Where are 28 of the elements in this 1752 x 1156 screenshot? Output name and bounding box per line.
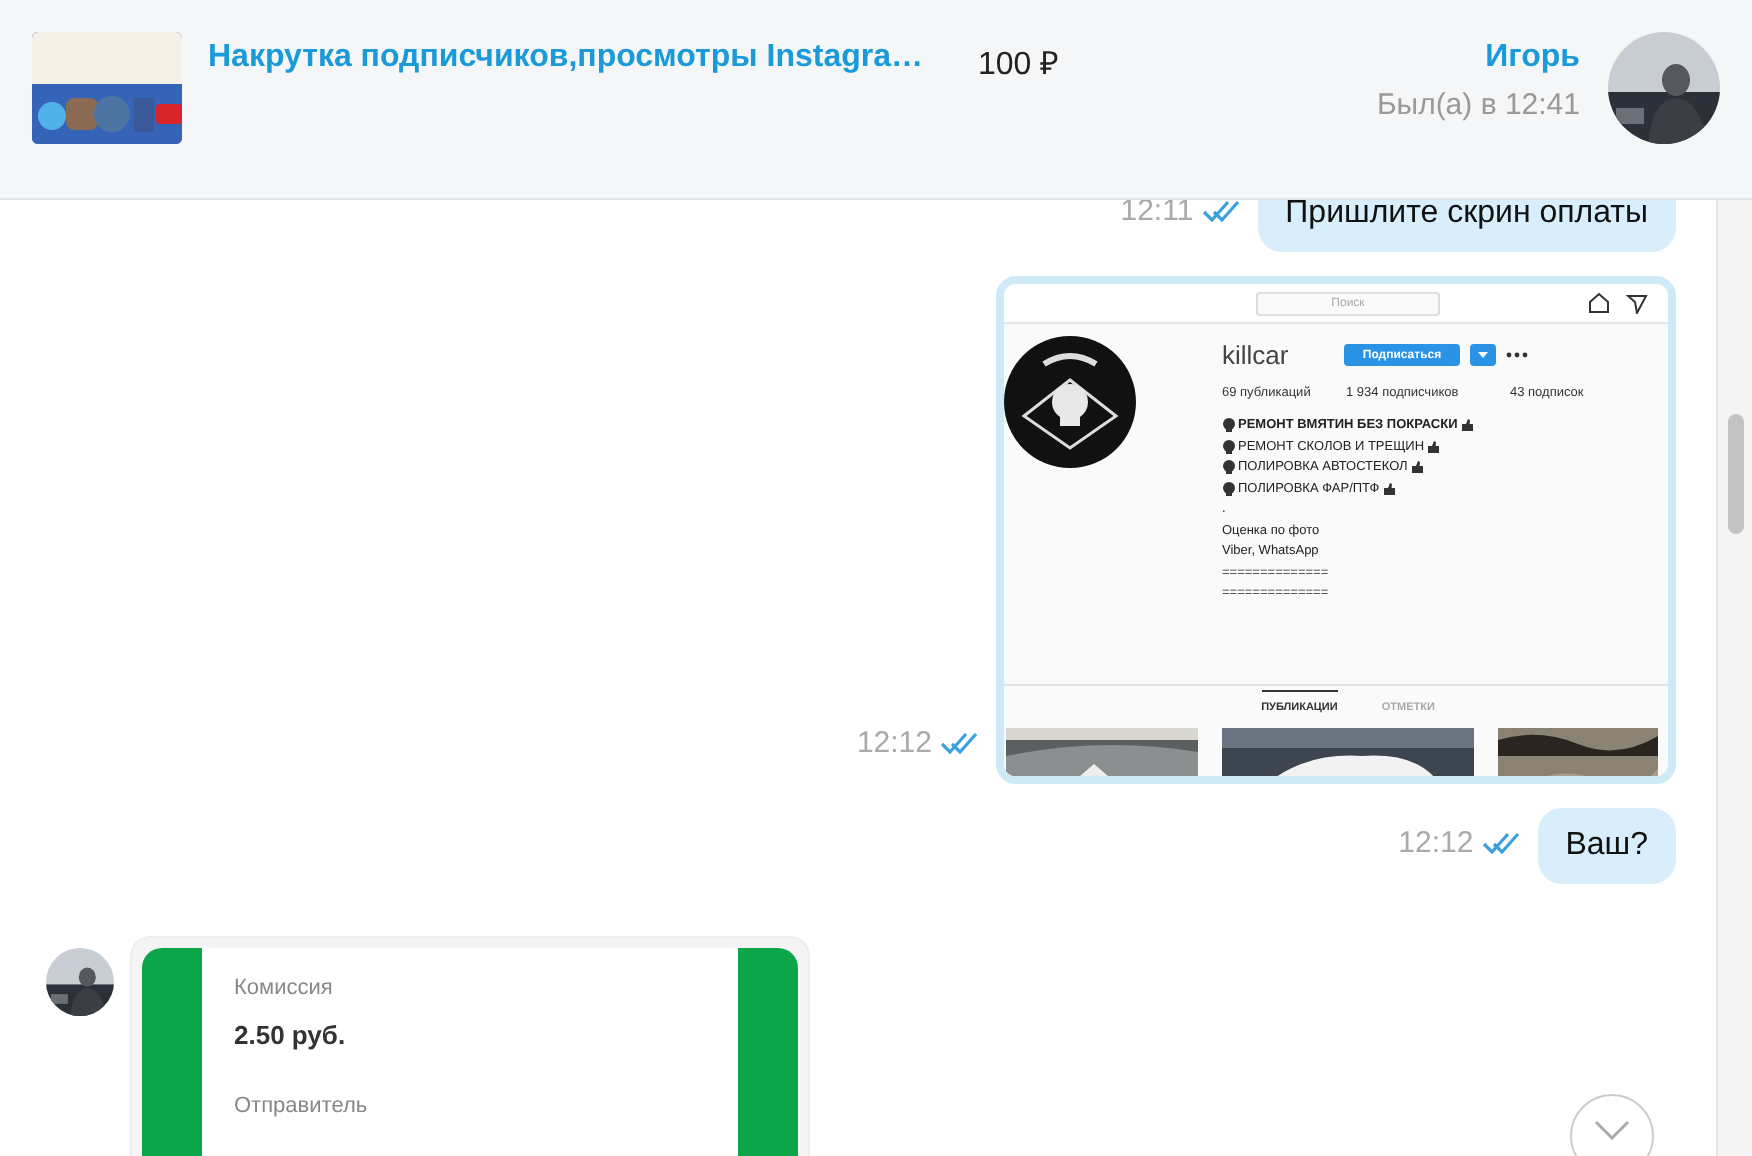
skull-icon xyxy=(1222,418,1236,433)
hand-icon xyxy=(1459,418,1474,433)
scrollbar-thumb[interactable] xyxy=(1728,414,1744,534)
receipt-label: Комиссия xyxy=(234,976,335,1000)
chevron-down-icon xyxy=(1594,1120,1630,1140)
dropdown-button[interactable] xyxy=(1470,344,1496,366)
message-time: 12:12 xyxy=(1398,826,1474,860)
username: killcar xyxy=(1222,340,1291,370)
send-icon xyxy=(1626,293,1648,313)
caret-icon xyxy=(1478,352,1488,358)
receipt-label: Отправитель xyxy=(234,1094,370,1118)
skull-icon xyxy=(1222,460,1236,475)
message-bubble: Ваш? xyxy=(1537,808,1676,884)
price: 100 ₽ xyxy=(978,46,1059,84)
home-icon xyxy=(1588,292,1610,314)
skull-icon xyxy=(1222,439,1236,454)
receipt-value: 2.50 руб. xyxy=(234,1020,348,1050)
more-icon[interactable] xyxy=(1506,352,1528,358)
skull-icon xyxy=(1222,481,1236,496)
sender-avatar xyxy=(46,948,114,1016)
last-seen: Был(а) в 12:41 xyxy=(1376,88,1580,122)
contact-name-link[interactable]: Игорь xyxy=(1485,40,1580,76)
skull-logo-drawing xyxy=(1004,336,1136,468)
message-bubble: Пришлите скрин оплаты xyxy=(1257,200,1676,252)
scroll-down-button[interactable] xyxy=(1570,1094,1654,1156)
message-time: 12:12 xyxy=(856,726,932,760)
listing-title-link[interactable]: Накрутка подписчиков,просмотры Instagra… xyxy=(208,40,978,76)
scrollbar[interactable] xyxy=(1716,200,1752,1156)
